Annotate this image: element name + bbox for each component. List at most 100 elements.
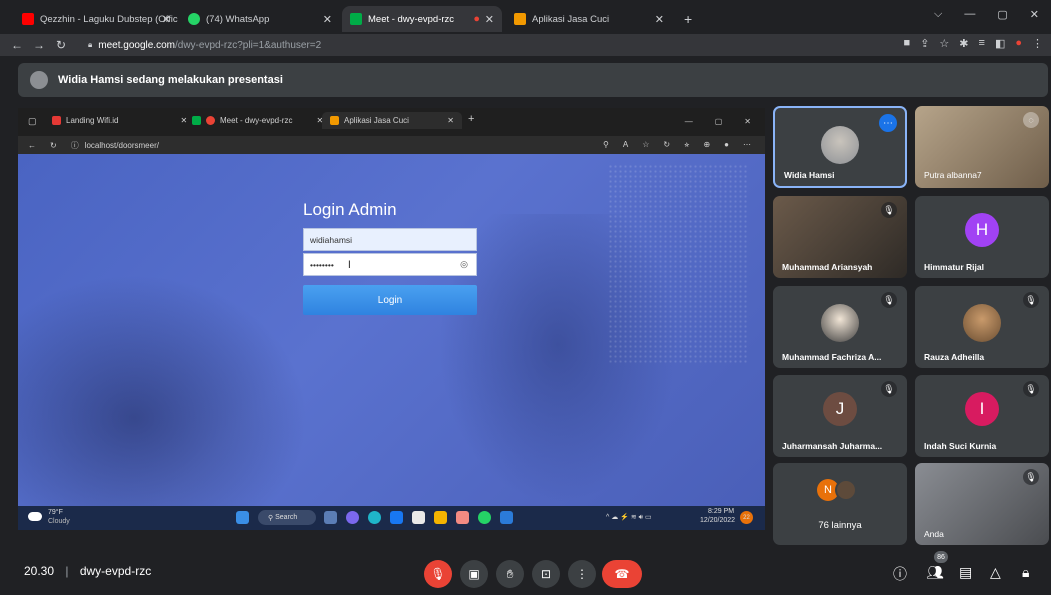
tray-icons: ^ ☁ ⚡ ≋ 🔊︎ ▭ bbox=[606, 514, 652, 521]
participant-tile[interactable]: H Himmatur Rijal bbox=[915, 196, 1049, 278]
more-vert-icon: ⋮ bbox=[576, 567, 588, 581]
playlist-icon[interactable]: ≡ bbox=[979, 37, 985, 50]
mic-off-icon: 🎙︎ bbox=[430, 567, 446, 581]
vscode-icon bbox=[500, 511, 513, 524]
forward-icon[interactable]: → bbox=[28, 38, 50, 52]
tab-whatsapp[interactable]: (74) WhatsApp ✕ bbox=[180, 6, 340, 32]
people-icon[interactable]: 👥︎ bbox=[926, 564, 944, 581]
new-tab-button[interactable]: + bbox=[676, 6, 700, 32]
chat-icon[interactable]: ▤ bbox=[959, 564, 972, 581]
url-field[interactable]: 🔒︎ meet.google.com/dwy-evpd-rzc?pli=1&au… bbox=[88, 34, 321, 56]
meet-icon bbox=[192, 116, 201, 125]
camera-icon[interactable]: ■ bbox=[904, 37, 911, 50]
restore-icon[interactable]: ▢ bbox=[997, 8, 1007, 21]
hand-icon: ✋︎ bbox=[506, 566, 514, 581]
tab-aplikasi[interactable]: Aplikasi Jasa Cuci ✕ bbox=[506, 6, 672, 32]
star-icon[interactable]: ☆ bbox=[939, 37, 949, 50]
whatsapp-icon bbox=[188, 13, 200, 25]
activities-icon[interactable]: △ bbox=[990, 564, 1001, 581]
mic-toggle-button[interactable]: 🎙︎ bbox=[424, 560, 452, 588]
sidepanel-icon[interactable]: ◧ bbox=[995, 37, 1005, 50]
close-icon[interactable]: ✕ bbox=[655, 13, 664, 26]
present-icon: ⊡ bbox=[540, 567, 552, 581]
app-l-icon bbox=[390, 511, 403, 524]
whatsapp-icon bbox=[478, 511, 491, 524]
close-icon[interactable]: ✕ bbox=[162, 13, 171, 26]
close-window-icon: ✕ bbox=[744, 117, 751, 126]
mic-off-icon: 🎙︎ bbox=[881, 292, 897, 308]
participant-tile[interactable]: 🎙︎ Rauza Adheilla bbox=[915, 286, 1049, 368]
tab-youtube[interactable]: Qezzhin - Laguku Dubstep (Offic ✕ bbox=[14, 6, 179, 32]
notification-badge: 22 bbox=[740, 511, 753, 524]
self-tile[interactable]: 🎙︎ Anda bbox=[915, 463, 1049, 545]
shared-tab-aplikasi: Aplikasi Jasa Cuci ✕ bbox=[322, 112, 462, 129]
host-controls-icon[interactable]: 🔒︎ bbox=[1022, 564, 1029, 581]
more-options-icon[interactable]: ⋯ bbox=[879, 114, 897, 132]
info-icon: ⓘ bbox=[70, 140, 79, 150]
pin-icon[interactable]: ◌ bbox=[1023, 112, 1039, 128]
minimize-icon: — bbox=[684, 117, 693, 126]
profile-icon[interactable]: ● bbox=[1015, 37, 1022, 50]
meet-control-bar: 20.30 | dwy-evpd-rzc 🎙︎ ▣ ✋︎ ⊡ ⋮ ☎︎ ⓘ 86… bbox=[0, 548, 1051, 595]
browser-tab-bar: Qezzhin - Laguku Dubstep (Offic ✕ (74) W… bbox=[0, 0, 1051, 34]
username-input: widiahamsi bbox=[303, 228, 477, 251]
mic-off-icon: 🎙︎ bbox=[881, 202, 897, 218]
avatar bbox=[835, 479, 857, 501]
avatar: H bbox=[965, 213, 999, 247]
youtube-icon bbox=[22, 13, 34, 25]
avatar bbox=[821, 304, 859, 342]
others-tile[interactable]: N 76 lainnya bbox=[773, 463, 907, 545]
close-window-icon[interactable]: ✕ bbox=[1030, 8, 1039, 21]
login-title: Login Admin bbox=[303, 200, 397, 219]
shared-tab-wifi: Landing Wifi.id ✕ bbox=[52, 116, 187, 125]
share-icon[interactable]: ⇪ bbox=[920, 37, 929, 50]
shared-address-bar: ← ↻ ⓘ localhost/doorsmeer/ ⚲ A ☆ ↻ ⭐︎ ⊕ ● ⋯ bbox=[18, 136, 765, 154]
taskbar-search: ⚲ Search bbox=[258, 510, 316, 525]
info-icon[interactable]: ⓘ bbox=[893, 564, 907, 584]
hang-up-icon: ☎︎ bbox=[614, 567, 630, 581]
edge-icon bbox=[368, 511, 381, 524]
camera-toggle-button[interactable]: ▣ bbox=[460, 560, 488, 588]
reload-icon: ↻ bbox=[50, 140, 57, 150]
back-icon: ← bbox=[28, 140, 36, 150]
windows-taskbar: 79°F Cloudy ⚲ Search ^ ☁ ⚡ ≋ 🔊︎ ▭ 8:29 P… bbox=[18, 506, 765, 530]
lock-icon: 🔒︎ bbox=[88, 40, 93, 49]
leave-call-button[interactable]: ☎︎ bbox=[602, 560, 642, 588]
app-icon bbox=[456, 511, 469, 524]
participant-tile[interactable]: I 🎙︎ Indah Suci Kurnia bbox=[915, 375, 1049, 457]
participant-tile[interactable]: 🎙︎ Muhammad Fachriza A... bbox=[773, 286, 907, 368]
reload-icon[interactable]: ↻ bbox=[50, 38, 72, 52]
address-bar: ← → ↻ 🔒︎ meet.google.com/dwy-evpd-rzc?pl… bbox=[0, 34, 1051, 56]
participant-tile[interactable]: ⋯ Widia Hamsi bbox=[773, 106, 907, 188]
eye-icon: ◎ bbox=[460, 259, 468, 269]
close-icon[interactable]: ✕ bbox=[485, 13, 494, 26]
mic-off-icon: 🎙︎ bbox=[1023, 292, 1039, 308]
shared-toolbar-icons: ⚲ A ☆ ↻ ⭐︎ ⊕ ● ⋯ bbox=[603, 140, 751, 149]
minimize-icon[interactable]: — bbox=[964, 8, 975, 21]
present-button[interactable]: ⊡ bbox=[532, 560, 560, 588]
tab-meet[interactable]: Meet - dwy-evpd-rzc ● ✕ bbox=[342, 6, 502, 32]
participant-tile[interactable]: 🎙︎ Muhammad Ariansyah bbox=[773, 196, 907, 278]
app-icon bbox=[514, 13, 526, 25]
extensions-icon[interactable]: ✱ bbox=[959, 37, 968, 50]
participant-tile[interactable]: J 🎙︎ Juharmansah Juharma... bbox=[773, 375, 907, 457]
menu-icon[interactable]: ⋮ bbox=[1032, 37, 1043, 50]
participant-tile[interactable]: ◌ Putra albanna7 bbox=[915, 106, 1049, 188]
close-icon: ✕ bbox=[180, 116, 188, 125]
close-icon[interactable]: ✕ bbox=[323, 13, 332, 26]
task-view-icon bbox=[324, 511, 337, 524]
login-button: Login bbox=[303, 285, 477, 315]
meet-icon bbox=[350, 13, 362, 25]
background-car-image bbox=[18, 274, 308, 506]
raise-hand-button[interactable]: ✋︎ bbox=[496, 560, 524, 588]
back-icon[interactable]: ← bbox=[6, 38, 28, 52]
people-count-badge: 86 bbox=[934, 551, 948, 563]
text-cursor-icon: I bbox=[347, 258, 351, 271]
chat-icon bbox=[346, 511, 359, 524]
more-options-button[interactable]: ⋮ bbox=[568, 560, 596, 588]
app-icon bbox=[330, 116, 339, 125]
store-icon bbox=[412, 511, 425, 524]
shared-browser-tabs: ▢ Landing Wifi.id ✕ Meet - dwy-evpd-rzc … bbox=[18, 108, 765, 136]
avatar: I bbox=[965, 392, 999, 426]
chevron-down-icon[interactable]: ⌵ bbox=[934, 8, 942, 21]
